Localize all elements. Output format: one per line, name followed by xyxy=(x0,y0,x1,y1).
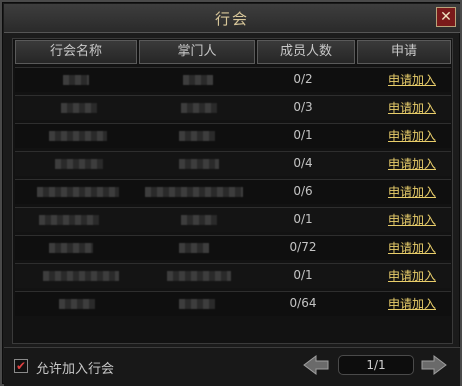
close-button[interactable]: ✕ xyxy=(436,7,456,27)
table-row[interactable]: 0/2 申请加入 xyxy=(15,67,451,92)
allow-join-label: 允许加入行会 xyxy=(36,362,115,377)
redacted-guild-name xyxy=(49,131,107,141)
table-row[interactable]: 0/1 申请加入 xyxy=(15,207,451,232)
column-header-apply: 申请 xyxy=(357,40,451,64)
table-row[interactable]: 0/1 申请加入 xyxy=(15,123,451,148)
close-icon: ✕ xyxy=(440,9,452,25)
table-row[interactable]: 0/64 申请加入 xyxy=(15,291,451,316)
table-header: 行会名称 掌门人 成员人数 申请 xyxy=(15,40,451,64)
redacted-guild-name xyxy=(49,243,93,253)
redacted-leader-name xyxy=(179,131,215,141)
apply-join-link[interactable]: 申请加入 xyxy=(375,155,449,172)
redacted-guild-name xyxy=(37,187,119,197)
prev-page-button[interactable] xyxy=(302,354,330,376)
member-count: 0/3 xyxy=(293,100,313,114)
column-header-leader: 掌门人 xyxy=(139,40,255,64)
apply-join-link[interactable]: 申请加入 xyxy=(375,239,449,256)
apply-join-link[interactable]: 申请加入 xyxy=(375,295,449,312)
redacted-guild-name xyxy=(43,271,119,281)
redacted-guild-name xyxy=(39,215,99,225)
member-count: 0/6 xyxy=(293,184,313,198)
member-count: 0/2 xyxy=(293,72,313,86)
title-bar[interactable]: 行会 ✕ xyxy=(4,4,460,33)
redacted-leader-name xyxy=(181,103,217,113)
redacted-leader-name xyxy=(145,187,243,197)
redacted-guild-name xyxy=(61,103,97,113)
table-row[interactable]: 0/4 申请加入 xyxy=(15,151,451,176)
member-count: 0/1 xyxy=(293,128,313,142)
redacted-guild-name xyxy=(55,159,103,169)
window-title: 行会 xyxy=(214,10,249,28)
redacted-leader-name xyxy=(167,271,231,281)
guild-window: 行会 ✕ 行会名称 掌门人 成员人数 申请 0/2 申请加入 0/3 申请加入 xyxy=(0,0,462,386)
redacted-leader-name xyxy=(179,159,219,169)
member-count: 0/64 xyxy=(289,296,317,310)
apply-join-link[interactable]: 申请加入 xyxy=(375,71,449,88)
column-header-members: 成员人数 xyxy=(257,40,355,64)
apply-join-link[interactable]: 申请加入 xyxy=(375,99,449,116)
apply-join-link[interactable]: 申请加入 xyxy=(375,183,449,200)
guild-table: 行会名称 掌门人 成员人数 申请 0/2 申请加入 0/3 申请加入 0/1 申… xyxy=(12,38,453,344)
table-row[interactable]: 0/6 申请加入 xyxy=(15,179,451,204)
redacted-guild-name xyxy=(59,299,95,309)
member-count: 0/4 xyxy=(293,156,313,170)
next-page-button[interactable] xyxy=(420,354,448,376)
redacted-guild-name xyxy=(63,75,89,85)
allow-join-checkbox[interactable]: ✔ xyxy=(14,359,28,373)
member-count: 0/1 xyxy=(293,268,313,282)
table-row[interactable]: 0/3 申请加入 xyxy=(15,95,451,120)
redacted-leader-name xyxy=(179,243,209,253)
table-row[interactable]: 0/1 申请加入 xyxy=(15,263,451,288)
apply-join-link[interactable]: 申请加入 xyxy=(375,127,449,144)
checkmark-icon: ✔ xyxy=(15,359,27,373)
redacted-leader-name xyxy=(179,299,215,309)
apply-join-link[interactable]: 申请加入 xyxy=(375,267,449,284)
left-arrow-icon xyxy=(303,355,329,375)
redacted-leader-name xyxy=(183,75,213,85)
table-row[interactable]: 0/72 申请加入 xyxy=(15,235,451,260)
page-indicator: 1/1 xyxy=(338,355,414,375)
footer-bar: ✔ 允许加入行会 1/1 xyxy=(4,347,460,386)
member-count: 0/72 xyxy=(289,240,317,254)
apply-join-link[interactable]: 申请加入 xyxy=(375,211,449,228)
right-arrow-icon xyxy=(421,355,447,375)
column-header-guild-name: 行会名称 xyxy=(15,40,137,64)
redacted-leader-name xyxy=(181,215,217,225)
member-count: 0/1 xyxy=(293,212,313,226)
